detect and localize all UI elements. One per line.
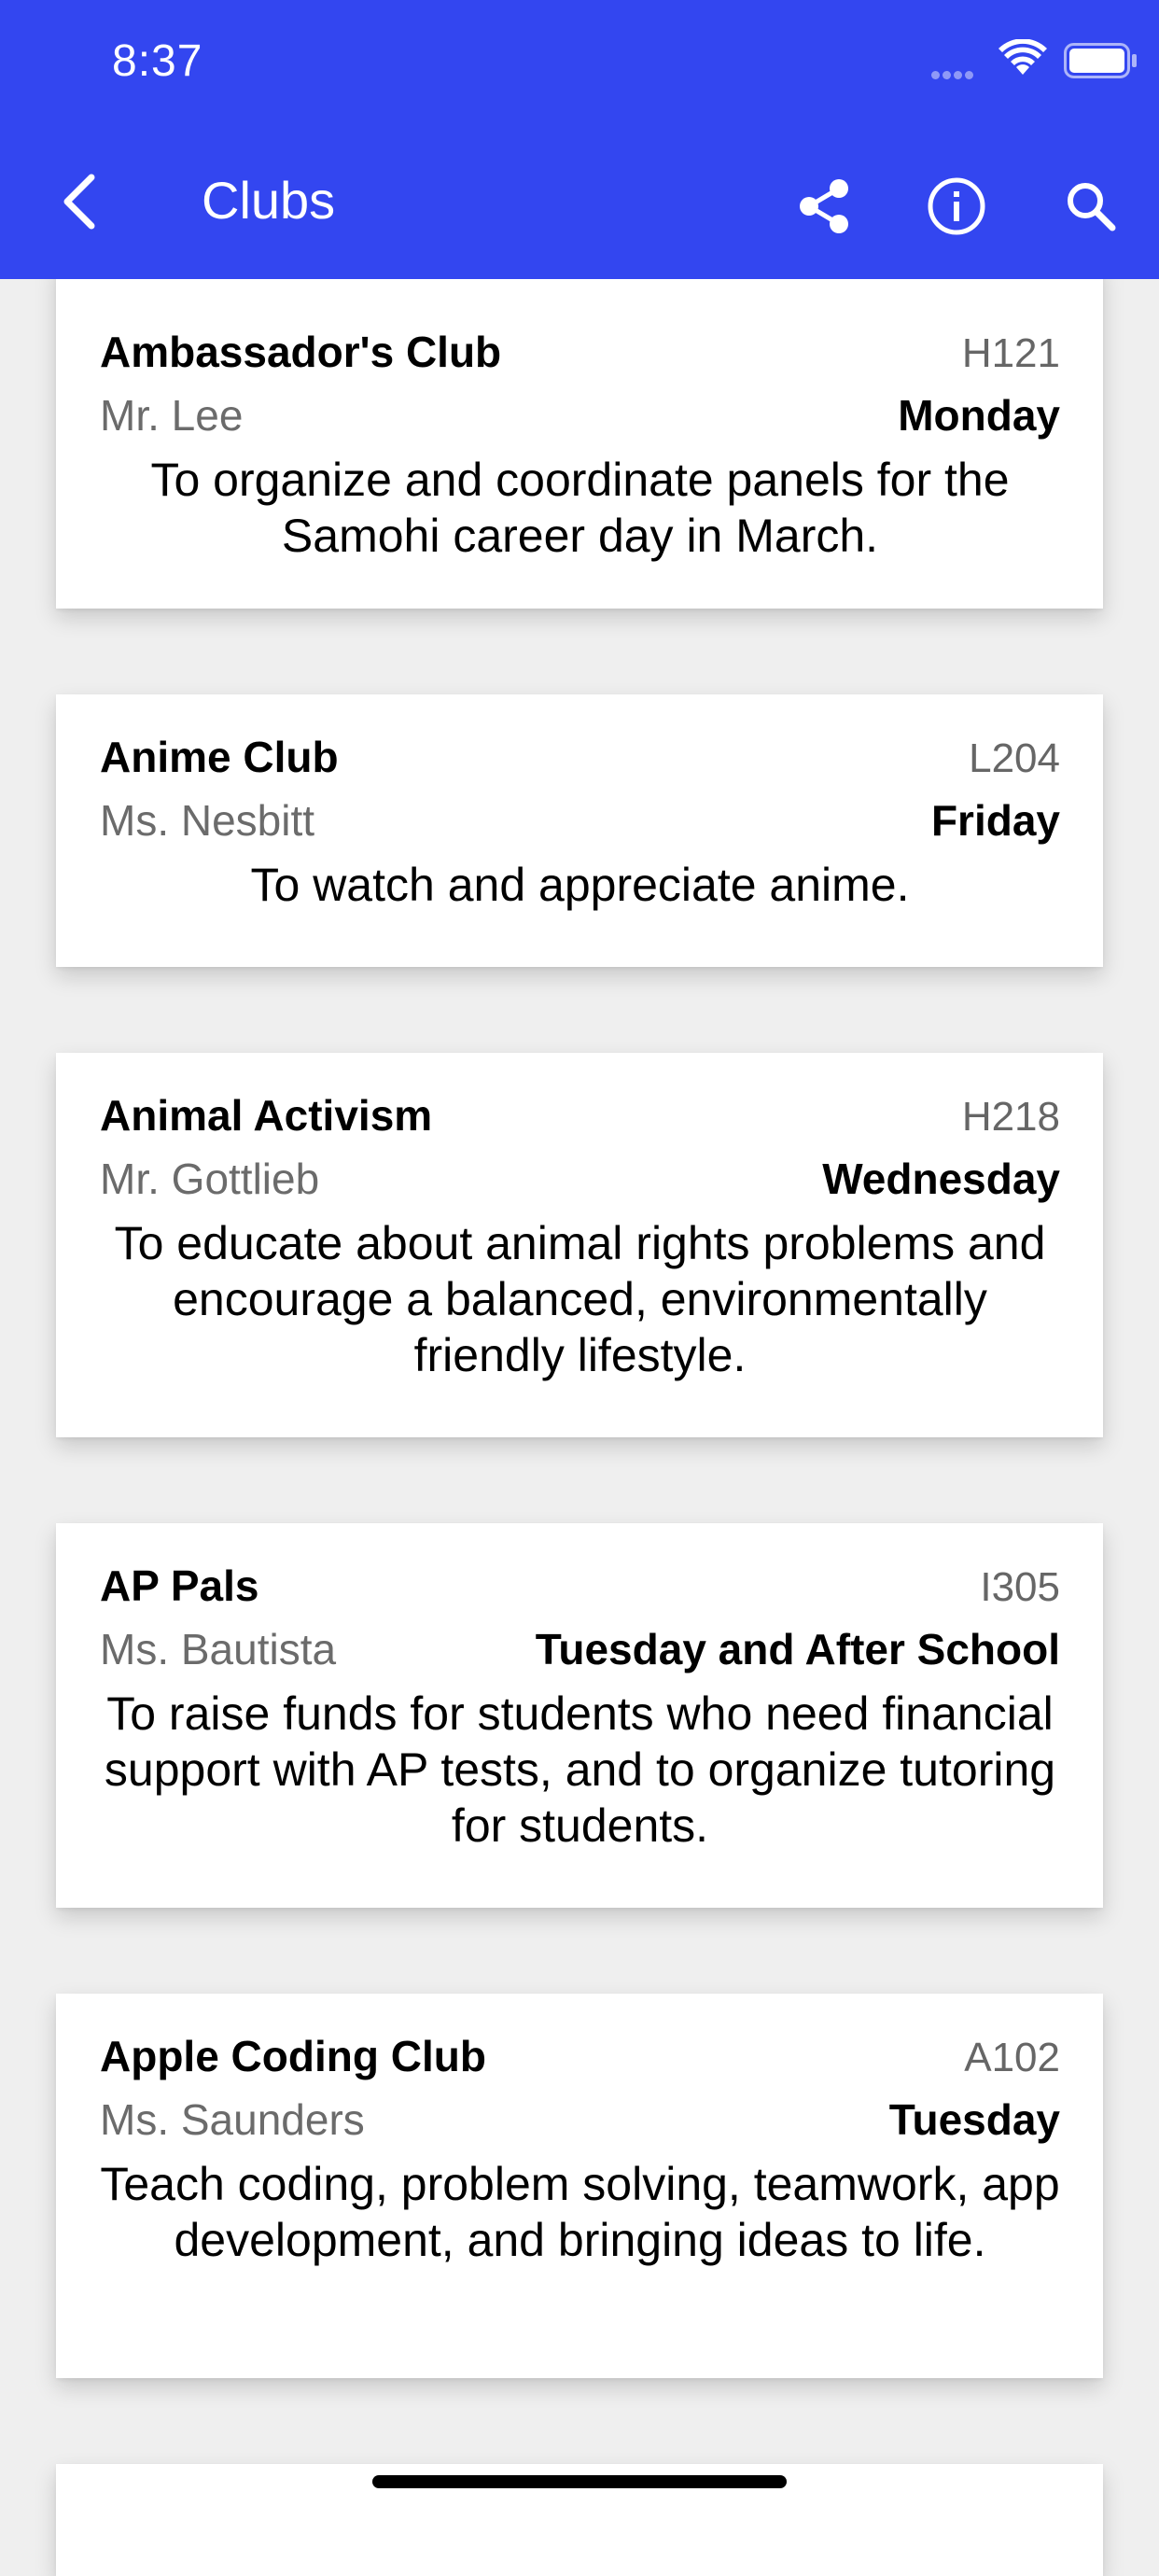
battery-icon — [1064, 43, 1137, 78]
status-icons — [879, 37, 1159, 84]
club-list[interactable]: Ambassador's Club H121 Mr. Lee Monday To… — [0, 0, 1159, 2576]
club-name: Animal Activism — [100, 1091, 433, 1140]
cellular-signal-icon — [931, 67, 984, 79]
page-title: Clubs — [202, 171, 336, 230]
club-room: A102 — [964, 2035, 1060, 2080]
club-meeting-day: Monday — [898, 391, 1060, 440]
club-name: AP Pals — [100, 1561, 259, 1610]
club-card[interactable]: Ambassador's Club H121 Mr. Lee Monday To… — [56, 261, 1103, 609]
club-advisor: Mr. Gottlieb — [100, 1155, 320, 1203]
club-meeting-day: Tuesday and After School — [535, 1625, 1060, 1673]
club-header-row: Animal Activism H218 — [100, 1090, 1060, 1141]
club-header-row: AP Pals I305 — [100, 1561, 1060, 1611]
share-icon — [800, 179, 848, 233]
app-bar: 8:37 Clubs — [0, 0, 1159, 279]
club-card[interactable]: AP Pals I305 Ms. Bautista Tuesday and Af… — [56, 1523, 1103, 1908]
search-icon — [1068, 183, 1116, 231]
club-meta-row: Mr. Gottlieb Wednesday — [100, 1154, 1060, 1204]
club-advisor: Ms. Saunders — [100, 2095, 365, 2144]
club-room: I305 — [980, 1564, 1060, 1610]
club-description: To organize and coordinate panels for th… — [150, 454, 1010, 562]
club-description: To watch and appreciate anime. — [250, 859, 910, 911]
search-button[interactable] — [1049, 164, 1133, 248]
club-header-row: Anime Club L204 — [100, 732, 1060, 782]
club-header-row: Apple Coding Club A102 — [100, 2031, 1060, 2081]
share-button[interactable] — [782, 164, 866, 248]
chevron-left-icon — [63, 174, 95, 230]
club-description: Teach coding, problem solving, teamwork,… — [100, 2158, 1060, 2266]
club-header-row: Ambassador's Club H121 — [100, 327, 1060, 377]
club-meta-row: Ms. Bautista Tuesday and After School — [100, 1624, 1060, 1674]
club-meeting-day: Tuesday — [888, 2095, 1060, 2144]
club-card[interactable]: Apple Coding Club A102 Ms. Saunders Tues… — [56, 1994, 1103, 2378]
club-description: To educate about animal rights problems … — [114, 1217, 1046, 1381]
club-meta-row: Ms. Nesbitt Friday — [100, 795, 1060, 846]
club-room: H218 — [961, 1094, 1060, 1140]
club-description: To raise funds for students who need fin… — [104, 1687, 1056, 1852]
back-button[interactable] — [49, 164, 108, 239]
club-name: Ambassador's Club — [100, 328, 502, 376]
info-icon — [928, 177, 985, 235]
home-indicator[interactable] — [372, 2475, 787, 2488]
club-card[interactable]: Animal Activism H218 Mr. Gottlieb Wednes… — [56, 1053, 1103, 1437]
club-meta-row: Ms. Saunders Tuesday — [100, 2094, 1060, 2145]
club-advisor: Ms. Bautista — [100, 1625, 337, 1673]
club-advisor: Mr. Lee — [100, 391, 244, 440]
club-room: H121 — [961, 330, 1060, 376]
club-meeting-day: Friday — [930, 796, 1060, 845]
club-advisor: Ms. Nesbitt — [100, 796, 315, 845]
club-room: L204 — [969, 735, 1060, 781]
club-card[interactable]: Anime Club L204 Ms. Nesbitt Friday To wa… — [56, 694, 1103, 967]
club-name: Apple Coding Club — [100, 2032, 486, 2080]
wifi-icon — [998, 39, 1047, 75]
info-button[interactable] — [915, 164, 998, 248]
status-time: 8:37 — [112, 36, 203, 86]
club-meeting-day: Wednesday — [822, 1155, 1060, 1203]
club-name: Anime Club — [100, 733, 339, 781]
club-meta-row: Mr. Lee Monday — [100, 390, 1060, 441]
